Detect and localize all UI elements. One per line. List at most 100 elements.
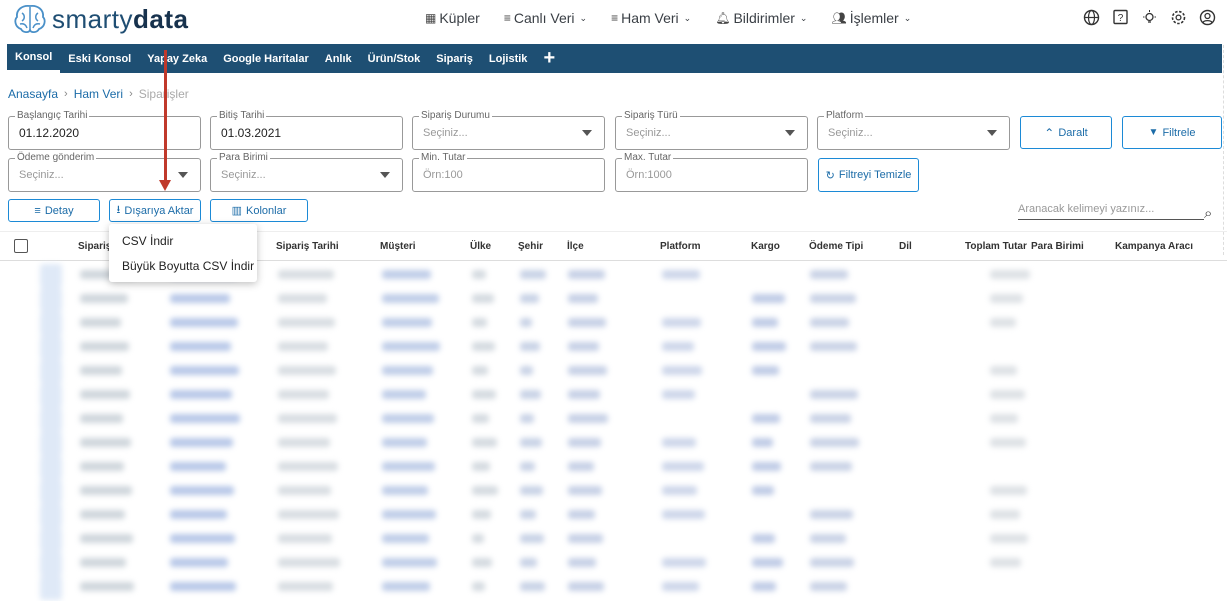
tab-anlik[interactable]: Anlık <box>317 44 360 73</box>
columns-button[interactable]: ▥ Kolonlar <box>210 199 308 222</box>
column-header[interactable]: Müşteri <box>380 241 416 252</box>
order-type-select[interactable]: Sipariş Türü Seçiniz... <box>615 110 808 150</box>
blurred-cell <box>40 456 62 480</box>
chevron-down-icon: ⌄ <box>579 12 588 23</box>
export-button[interactable]: ⭳ Dışarıya Aktar <box>109 199 201 222</box>
blurred-cell <box>80 318 121 327</box>
top-nav-islemler[interactable]: 👥︎ İşlemler ⌄ <box>831 10 911 26</box>
table-row[interactable] <box>0 576 1227 600</box>
end-date-field[interactable]: Bitiş Tarihi 01.03.2021 <box>210 110 403 150</box>
lightbulb-icon[interactable] <box>1140 8 1159 27</box>
gear-icon[interactable] <box>1169 8 1188 27</box>
breadcrumb-home[interactable]: Anasayfa <box>8 87 58 101</box>
chevron-up-icon: ⌃ <box>1044 125 1055 140</box>
blurred-cell <box>170 414 240 423</box>
menu-item-csv[interactable]: CSV İndir <box>122 234 173 248</box>
blurred-cell <box>80 294 128 303</box>
tab-google-haritalar[interactable]: Google Haritalar <box>215 44 317 73</box>
max-amount-input[interactable]: Max. Tutar Örn:1000 <box>615 152 808 192</box>
blurred-cell <box>810 318 849 327</box>
blurred-cell <box>752 462 781 471</box>
breadcrumb-section[interactable]: Ham Veri <box>74 87 123 101</box>
column-header[interactable]: Sipariş <box>78 241 111 252</box>
table-row[interactable] <box>0 384 1227 408</box>
detail-button[interactable]: ≡ Detay <box>8 199 100 222</box>
add-tab-icon[interactable]: + <box>535 47 563 70</box>
select-all-checkbox[interactable] <box>14 239 28 253</box>
blurred-cell <box>568 510 595 519</box>
clear-filter-label: Filtreyi Temizle <box>838 169 912 181</box>
blurred-cell <box>990 486 1027 495</box>
filter-button[interactable]: ▼ Filtrele <box>1122 116 1222 149</box>
blurred-cell <box>568 342 599 351</box>
order-status-select[interactable]: Sipariş Durumu Seçiniz... <box>412 110 605 150</box>
clear-filter-button[interactable]: ↻ Filtreyi Temizle <box>818 158 919 192</box>
column-header[interactable]: Dil <box>899 241 912 252</box>
user-icon[interactable] <box>1198 8 1217 27</box>
blurred-cell <box>662 510 705 519</box>
blurred-cell <box>520 270 546 279</box>
column-header[interactable]: İlçe <box>567 241 584 252</box>
column-header[interactable]: Kargo <box>751 241 780 252</box>
blurred-cell <box>568 534 603 543</box>
column-header[interactable]: Kampanya Aracı <box>1115 241 1193 252</box>
table-row[interactable] <box>0 336 1227 360</box>
logo[interactable]: smartydata <box>12 3 188 35</box>
table-row[interactable] <box>0 312 1227 336</box>
blurred-cell <box>40 528 62 552</box>
table-row[interactable] <box>0 480 1227 504</box>
tab-eski-konsol[interactable]: Eski Konsol <box>60 44 139 73</box>
detail-label: Detay <box>44 204 74 217</box>
blurred-cell <box>472 582 485 591</box>
platform-select[interactable]: Platform Seçiniz... <box>817 110 1010 150</box>
table-row[interactable] <box>0 408 1227 432</box>
currency-select[interactable]: Para Birimi Seçiniz... <box>210 152 403 192</box>
globe-icon[interactable] <box>1082 8 1101 27</box>
table-row[interactable] <box>0 552 1227 576</box>
table-row[interactable] <box>0 432 1227 456</box>
collapse-button[interactable]: ⌃ Daralt <box>1020 116 1112 149</box>
payment-select[interactable]: Ödeme gönderim Seçiniz... <box>8 152 201 192</box>
start-date-field[interactable]: Başlangıç Tarihi 01.12.2020 <box>8 110 201 150</box>
table-row[interactable] <box>0 504 1227 528</box>
column-header[interactable]: Para Birimi <box>1031 241 1084 252</box>
blurred-cell <box>382 366 433 375</box>
blurred-cell <box>662 462 704 471</box>
table-row[interactable] <box>0 288 1227 312</box>
column-header[interactable]: Şehir <box>518 241 543 252</box>
menu-item-large-csv[interactable]: Büyük Boyutta CSV İndir <box>122 259 254 273</box>
blurred-cell <box>382 534 429 543</box>
blurred-cell <box>278 558 340 567</box>
tab-konsol[interactable]: Konsol <box>7 44 61 73</box>
top-nav-canli-veri[interactable]: ≡ Canlı Veri ⌄ <box>504 10 587 26</box>
tab-lojistik[interactable]: Lojistik <box>481 44 536 73</box>
tab-siparis[interactable]: Sipariş <box>428 44 481 73</box>
min-amount-input[interactable]: Min. Tutar Örn:100 <box>412 152 605 192</box>
help-icon[interactable]: ? <box>1111 8 1130 27</box>
tab-urun-stok[interactable]: Ürün/Stok <box>360 44 429 73</box>
column-header[interactable]: Toplam Tutar <box>965 241 1027 252</box>
blurred-cell <box>520 486 543 495</box>
column-header[interactable]: Ödeme Tipi <box>809 241 863 252</box>
top-nav-ham-veri[interactable]: ≡ Ham Veri ⌄ <box>611 10 691 26</box>
top-nav-kupler[interactable]: ▦ Küpler <box>425 10 480 26</box>
blurred-cell <box>278 294 327 303</box>
blurred-cell <box>170 510 227 519</box>
search-icon[interactable]: ⌕ <box>1204 205 1212 222</box>
blurred-cell <box>382 414 434 423</box>
table-row[interactable] <box>0 360 1227 384</box>
search-input[interactable]: Aranacak kelimeyi yazınız... <box>1018 203 1204 220</box>
top-nav-bildirimler[interactable]: 🔔︎ Bildirimler ⌄ <box>715 10 807 26</box>
blurred-cell <box>810 414 851 423</box>
column-header[interactable]: Sipariş Tarihi <box>276 241 339 252</box>
caret-down-icon <box>380 172 390 178</box>
blurred-cell <box>382 510 436 519</box>
table-row[interactable] <box>0 528 1227 552</box>
top-bar: smartydata ▦ Küpler ≡ Canlı Veri ⌄ ≡ Ham… <box>0 0 1227 40</box>
blurred-cell <box>382 582 430 591</box>
table-row[interactable] <box>0 456 1227 480</box>
blurred-cell <box>810 342 857 351</box>
column-header[interactable]: Ülke <box>470 241 491 252</box>
tab-yapay-zeka[interactable]: Yapay Zeka <box>139 44 215 73</box>
column-header[interactable]: Platform <box>660 241 701 252</box>
